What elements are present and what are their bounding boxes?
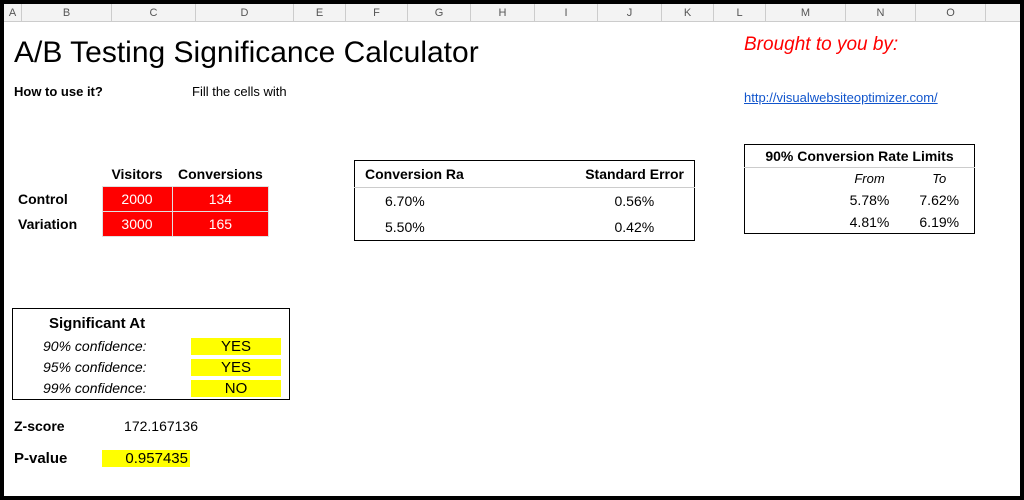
howto-label: How to use it? xyxy=(14,84,192,99)
visitors-control[interactable]: 2000 xyxy=(102,187,172,212)
std-error-variation: 0.42% xyxy=(525,214,695,241)
limits-header-to: To xyxy=(905,168,975,190)
table-row: 6.70% 0.56% xyxy=(355,188,695,215)
limit-from-variation: 4.81% xyxy=(835,211,905,234)
p-value-value: 0.957435 xyxy=(102,450,190,467)
table-row: 5.78% 7.62% xyxy=(745,189,975,211)
column-header-cell[interactable]: K xyxy=(662,4,714,21)
limit-to-control: 7.62% xyxy=(905,189,975,211)
sig-value-95: YES xyxy=(191,359,281,376)
sig-row-95: 95% confidence: YES xyxy=(13,357,289,378)
header-std-error: Standard Error xyxy=(525,161,695,188)
sig-row-99: 99% confidence: NO xyxy=(13,378,289,399)
header-conversions: Conversions xyxy=(172,162,269,187)
input-data-block: Visitors Conversions Control 2000 134 Va… xyxy=(12,162,269,237)
significance-title: Significant At xyxy=(13,309,289,336)
conv-rate-variation: 5.50% xyxy=(355,214,525,241)
column-header-cell[interactable]: M xyxy=(766,4,846,21)
limits-table: 90% Conversion Rate Limits From To 5.78%… xyxy=(744,144,975,234)
limit-from-control: 5.78% xyxy=(835,189,905,211)
sig-label-95: 95% confidence: xyxy=(13,359,191,376)
vwo-link-cell: http://visualwebsiteoptimizer.com/ xyxy=(744,90,938,105)
column-header-cell[interactable]: J xyxy=(598,4,662,21)
column-header-cell[interactable]: A xyxy=(4,4,22,21)
header-conv-rate: Conversion Ra xyxy=(355,161,525,188)
column-header-cell[interactable]: D xyxy=(196,4,294,21)
limits-title: 90% Conversion Rate Limits xyxy=(745,145,975,168)
column-header-cell[interactable]: O xyxy=(916,4,986,21)
z-score-label: Z-score xyxy=(12,418,102,434)
sig-label-90: 90% confidence: xyxy=(13,338,191,355)
conversions-variation[interactable]: 165 xyxy=(172,212,269,237)
conversion-block: Conversion Ra Standard Error 6.70% 0.56%… xyxy=(354,160,695,241)
column-header-cell[interactable]: G xyxy=(408,4,471,21)
howto-text: Fill the cells with xyxy=(192,84,287,99)
column-header-cell[interactable]: C xyxy=(112,4,196,21)
sig-row-90: 90% confidence: YES xyxy=(13,336,289,357)
input-data-table: Visitors Conversions Control 2000 134 Va… xyxy=(12,162,269,237)
z-score-row: Z-score 172.167136 xyxy=(12,418,290,434)
significance-box: Significant At 90% confidence: YES 95% c… xyxy=(12,308,290,400)
table-row: 5.50% 0.42% xyxy=(355,214,695,241)
spreadsheet-frame: ABCDEFGHIJKLMNO A/B Testing Significance… xyxy=(0,0,1024,500)
limits-block: 90% Conversion Rate Limits From To 5.78%… xyxy=(744,144,975,234)
p-value-label: P-value xyxy=(12,450,102,467)
sig-value-90: YES xyxy=(191,338,281,355)
sig-label-99: 99% confidence: xyxy=(13,380,191,397)
column-header-cell[interactable]: F xyxy=(346,4,408,21)
column-header-cell[interactable]: H xyxy=(471,4,535,21)
column-header-cell[interactable]: L xyxy=(714,4,766,21)
p-value-row: P-value 0.957435 xyxy=(12,450,290,467)
column-header-cell[interactable]: B xyxy=(22,4,112,21)
vwo-link[interactable]: http://visualwebsiteoptimizer.com/ xyxy=(744,90,938,105)
table-row: Variation 3000 165 xyxy=(12,212,269,237)
table-row: Control 2000 134 xyxy=(12,187,269,212)
conv-rate-control: 6.70% xyxy=(355,188,525,215)
table-row: 4.81% 6.19% xyxy=(745,211,975,234)
std-error-control: 0.56% xyxy=(525,188,695,215)
column-header-cell[interactable]: E xyxy=(294,4,346,21)
sheet-content: A/B Testing Significance Calculator Brou… xyxy=(4,22,1020,99)
column-header-cell[interactable]: I xyxy=(535,4,598,21)
limits-header-from: From xyxy=(835,168,905,190)
column-header-cell[interactable]: N xyxy=(846,4,916,21)
significance-block: Significant At 90% confidence: YES 95% c… xyxy=(12,308,290,467)
header-visitors: Visitors xyxy=(102,162,172,187)
column-header-row: ABCDEFGHIJKLMNO xyxy=(4,4,1020,22)
sig-value-99: NO xyxy=(191,380,281,397)
conversion-table: Conversion Ra Standard Error 6.70% 0.56%… xyxy=(354,160,695,241)
row-label-control: Control xyxy=(12,187,102,212)
brought-to-you: Brought to you by: xyxy=(744,34,898,56)
visitors-variation[interactable]: 3000 xyxy=(102,212,172,237)
z-score-value: 172.167136 xyxy=(102,418,198,434)
limit-to-variation: 6.19% xyxy=(905,211,975,234)
conversions-control[interactable]: 134 xyxy=(172,187,269,212)
row-label-variation: Variation xyxy=(12,212,102,237)
